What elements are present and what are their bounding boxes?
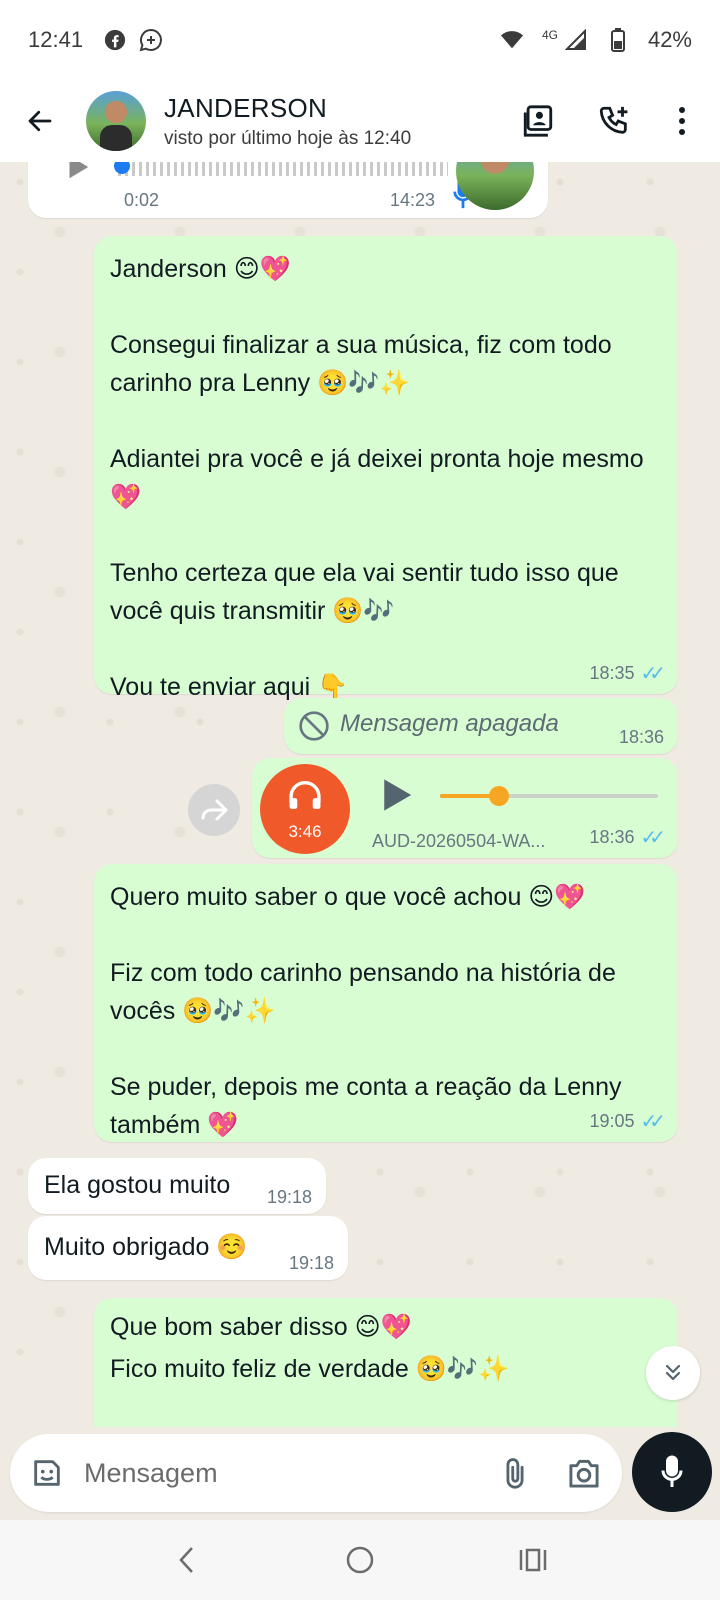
back-button[interactable] <box>12 93 68 149</box>
audio-time: 18:36 <box>589 827 635 847</box>
contact-card-icon <box>523 105 553 137</box>
read-receipt-icon: ✓✓ <box>640 663 665 685</box>
contact-avatar[interactable] <box>86 91 146 151</box>
message-text: Muito obrigado ☺️ <box>44 1233 248 1261</box>
deleted-text: Mensagem apagada <box>340 710 559 737</box>
message-text: Quero muito saber o que você achou 😊💖 Fi… <box>110 883 622 1139</box>
outgoing-message[interactable]: Quero muito saber o que você achou 😊💖 Fi… <box>94 864 678 1142</box>
more-vertical-icon <box>679 107 685 135</box>
deleted-message[interactable]: Mensagem apagada 18:36 <box>284 698 678 754</box>
signal-icon <box>564 28 588 52</box>
recents-icon <box>520 1548 547 1572</box>
play-icon <box>69 162 89 179</box>
play-icon <box>384 779 412 811</box>
status-bar: 12:41 4G 42% <box>0 0 720 80</box>
message-meta: 18:35 ✓✓ <box>589 661 665 686</box>
battery-icon <box>606 28 630 52</box>
message-text: Ela gostou muito <box>44 1171 231 1199</box>
nav-home-button[interactable] <box>330 1530 390 1590</box>
audio-thumbnail: 3:46 <box>260 764 350 854</box>
message-time: 19:18 <box>288 1253 334 1273</box>
outgoing-message[interactable]: Que bom saber disso 😊💖 Fico muito feliz … <box>94 1298 678 1427</box>
sticker-icon <box>34 1460 60 1486</box>
nav-recents-button[interactable] <box>503 1530 563 1590</box>
sticker-button[interactable] <box>30 1456 64 1490</box>
message-meta: 19:05 ✓✓ <box>589 1109 665 1134</box>
contact-card-button[interactable] <box>508 91 568 151</box>
blocked-icon <box>299 711 329 741</box>
contact-name: JANDERSON <box>164 92 328 123</box>
battery-level: 42% <box>647 27 692 52</box>
phone-plus-icon <box>599 106 628 134</box>
scroll-to-bottom-button[interactable] <box>646 1346 700 1400</box>
paperclip-icon <box>506 1458 524 1489</box>
audio-seek-handle[interactable] <box>488 786 509 806</box>
audio-meta: 18:36 ✓✓ <box>589 825 665 850</box>
facebook-icon <box>103 28 127 52</box>
voice-message-prev[interactable]: 0:02 14:23 <box>28 162 548 218</box>
chat-area[interactable]: 0:02 14:23 Janderson 😊💖 Consegui finaliz… <box>0 162 720 1427</box>
message-text: Que bom saber disso 😊💖 Fico muito feliz … <box>110 1313 510 1383</box>
message-composer: Mensagem <box>10 1434 622 1512</box>
double-chevron-down-icon <box>665 1364 681 1381</box>
incoming-message[interactable]: Muito obrigado ☺️ 19:18 <box>28 1216 348 1280</box>
read-receipt-icon: ✓✓ <box>640 1111 665 1133</box>
last-seen-status: visto por último hoje às 12:40 <box>164 127 412 149</box>
attach-button[interactable] <box>500 1456 530 1490</box>
wifi-icon <box>500 28 524 52</box>
add-call-button[interactable] <box>584 91 644 151</box>
outgoing-message[interactable]: Janderson 😊💖 Consegui finalizar a sua mú… <box>94 236 678 701</box>
message-time: 18:35 <box>589 663 635 683</box>
voice-elapsed: 0:02 <box>124 190 160 210</box>
camera-button[interactable] <box>566 1457 602 1489</box>
arrow-left-icon <box>28 110 52 132</box>
chevron-left-icon <box>178 1547 193 1573</box>
microphone-icon <box>661 1455 683 1487</box>
message-time: 19:18 <box>266 1187 312 1207</box>
read-receipt-icon: ✓✓ <box>640 827 665 849</box>
forward-button[interactable] <box>188 784 240 836</box>
voice-record-button[interactable] <box>632 1432 712 1512</box>
network-type: 4G <box>541 28 558 42</box>
camera-icon <box>569 1459 599 1488</box>
deleted-time: 18:36 <box>618 727 664 747</box>
forward-icon <box>201 799 228 821</box>
nav-back-button[interactable] <box>157 1530 217 1590</box>
voice-time: 14:23 <box>390 190 436 210</box>
whatsapp-icon <box>139 28 163 52</box>
system-nav-bar <box>0 1520 720 1600</box>
contact-info[interactable]: JANDERSON visto por último hoje às 12:40 <box>164 93 508 150</box>
message-input[interactable]: Mensagem <box>84 1458 500 1489</box>
chat-header: JANDERSON visto por último hoje às 12:40 <box>0 80 720 162</box>
headphones-icon <box>289 781 321 809</box>
message-time: 19:05 <box>589 1111 635 1131</box>
audio-filename: AUD-20260504-WA... <box>372 831 546 851</box>
status-time: 12:41 <box>28 27 84 52</box>
voice-waveform[interactable] <box>118 162 448 176</box>
incoming-message[interactable]: Ela gostou muito 19:18 <box>28 1158 326 1214</box>
more-options-button[interactable] <box>652 91 712 151</box>
audio-message[interactable]: 3:46 AUD-20260504-WA... 18:36 ✓✓ <box>252 758 678 858</box>
audio-duration: 3:46 <box>288 822 322 841</box>
message-text: Janderson 😊💖 Consegui finalizar a sua mú… <box>110 255 644 701</box>
home-circle-icon <box>346 1546 374 1574</box>
